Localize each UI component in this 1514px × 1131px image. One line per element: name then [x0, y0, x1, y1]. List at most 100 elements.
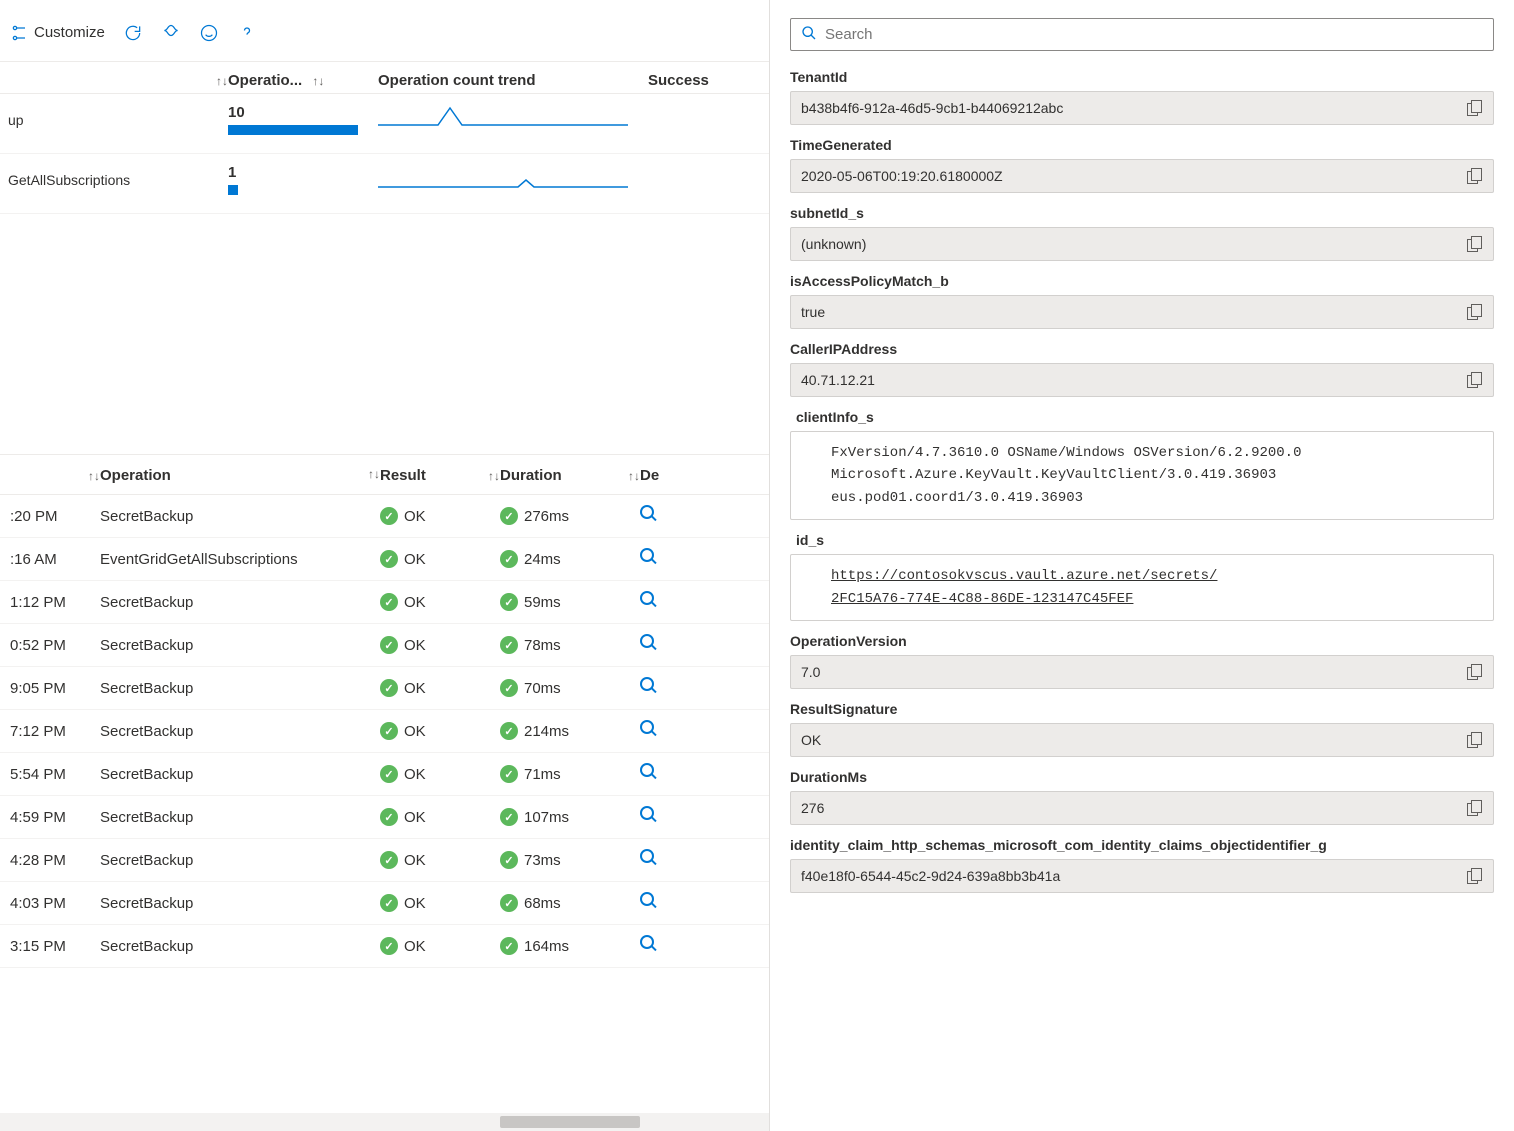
- operation-name: GetAllSubscriptions: [8, 172, 228, 188]
- cell-details[interactable]: [640, 849, 690, 871]
- field-value: 7.0: [801, 664, 820, 680]
- sort-icon[interactable]: ↑↓: [312, 74, 324, 88]
- magnifier-icon: [640, 935, 658, 953]
- operation-count: 10: [228, 104, 378, 135]
- field-value: f40e18f0-6544-45c2-9d24-639a8bb3b41a: [801, 868, 1060, 884]
- feedback-button[interactable]: [199, 23, 219, 43]
- check-icon: ✓: [380, 593, 398, 611]
- sort-icon[interactable]: ↑↓: [368, 467, 380, 481]
- field-label: OperationVersion: [790, 633, 1494, 649]
- details-pane: TenantId b438b4f6-912a-46d5-9cb1-b440692…: [770, 0, 1514, 1131]
- check-icon: ✓: [500, 593, 518, 611]
- copy-icon[interactable]: [1467, 372, 1483, 388]
- table-row[interactable]: 0:52 PM SecretBackup ✓ OK ✓ 78ms: [0, 624, 769, 667]
- field-resultsig: OK: [790, 723, 1494, 757]
- cell-operation: SecretBackup: [100, 508, 380, 525]
- copy-icon[interactable]: [1467, 304, 1483, 320]
- copy-icon[interactable]: [1467, 664, 1483, 680]
- magnifier-icon: [640, 806, 658, 824]
- summary-header: ↑↓ Operatio... ↑↓ Operation count trend …: [0, 62, 769, 94]
- check-icon: ✓: [380, 894, 398, 912]
- horizontal-scrollbar[interactable]: [0, 1113, 769, 1131]
- cell-result: ✓ OK: [380, 851, 500, 869]
- col-result: Result: [380, 467, 426, 484]
- summary-row[interactable]: GetAllSubscriptions 1: [0, 154, 769, 214]
- table-row[interactable]: 4:59 PM SecretBackup ✓ OK ✓ 107ms: [0, 796, 769, 839]
- cell-details[interactable]: [640, 935, 690, 957]
- field-callerip: 40.71.12.21: [790, 363, 1494, 397]
- field-value: (unknown): [801, 236, 866, 252]
- analytics-icon: [161, 23, 181, 43]
- copy-icon[interactable]: [1467, 100, 1483, 116]
- cell-details[interactable]: [640, 763, 690, 785]
- field-value: 40.71.12.21: [801, 372, 875, 388]
- cell-operation: SecretBackup: [100, 938, 380, 955]
- cell-details[interactable]: [640, 634, 690, 656]
- col-operation: Operation: [100, 467, 171, 484]
- id-link[interactable]: https://contosokvscus.vault.azure.net/se…: [831, 568, 1217, 606]
- details-header: ↑↓ Operation ↑↓ Result ↑↓ Duration ↑↓ De: [0, 454, 769, 495]
- cell-details[interactable]: [640, 720, 690, 742]
- cell-duration: ✓ 78ms: [500, 636, 640, 654]
- cell-duration: ✓ 276ms: [500, 507, 640, 525]
- check-icon: ✓: [380, 937, 398, 955]
- check-icon: ✓: [380, 808, 398, 826]
- field-label: TimeGenerated: [790, 137, 1494, 153]
- copy-icon[interactable]: [1467, 800, 1483, 816]
- search-box[interactable]: [790, 18, 1494, 51]
- cell-operation: SecretBackup: [100, 594, 380, 611]
- cell-result: ✓ OK: [380, 679, 500, 697]
- table-row[interactable]: 3:15 PM SecretBackup ✓ OK ✓ 164ms: [0, 925, 769, 968]
- magnifier-icon: [640, 548, 658, 566]
- cell-result: ✓ OK: [380, 765, 500, 783]
- cell-result: ✓ OK: [380, 550, 500, 568]
- sort-icon[interactable]: ↑↓: [216, 74, 228, 88]
- left-panel: Customize ↑↓ Operatio...: [0, 0, 770, 1131]
- table-row[interactable]: 4:03 PM SecretBackup ✓ OK ✓ 68ms: [0, 882, 769, 925]
- check-icon: ✓: [500, 507, 518, 525]
- operation-trend: [378, 105, 648, 134]
- sort-icon[interactable]: ↑↓: [488, 469, 500, 483]
- copy-icon[interactable]: [1467, 868, 1483, 884]
- table-row[interactable]: 1:12 PM SecretBackup ✓ OK ✓ 59ms: [0, 581, 769, 624]
- summary-row[interactable]: up 10: [0, 94, 769, 154]
- check-icon: ✓: [380, 636, 398, 654]
- table-row[interactable]: :20 PM SecretBackup ✓ OK ✓ 276ms: [0, 495, 769, 538]
- cell-duration: ✓ 164ms: [500, 937, 640, 955]
- table-row[interactable]: 9:05 PM SecretBackup ✓ OK ✓ 70ms: [0, 667, 769, 710]
- cell-duration: ✓ 214ms: [500, 722, 640, 740]
- cell-details[interactable]: [640, 505, 690, 527]
- cell-details[interactable]: [640, 591, 690, 613]
- refresh-button[interactable]: [123, 23, 143, 43]
- help-button[interactable]: [237, 23, 257, 43]
- cell-details[interactable]: [640, 548, 690, 570]
- field-value: 2020-05-06T00:19:20.6180000Z: [801, 168, 1003, 184]
- analytics-button[interactable]: [161, 23, 181, 43]
- cell-duration: ✓ 24ms: [500, 550, 640, 568]
- table-row[interactable]: :16 AM EventGridGetAllSubscriptions ✓ OK…: [0, 538, 769, 581]
- copy-icon[interactable]: [1467, 732, 1483, 748]
- table-row[interactable]: 5:54 PM SecretBackup ✓ OK ✓ 71ms: [0, 753, 769, 796]
- sort-icon[interactable]: ↑↓: [628, 469, 640, 483]
- search-input[interactable]: [825, 26, 1483, 43]
- check-icon: ✓: [500, 937, 518, 955]
- cell-details[interactable]: [640, 677, 690, 699]
- field-label: clientInfo_s: [790, 409, 1494, 425]
- cell-duration: ✓ 71ms: [500, 765, 640, 783]
- sparkline-icon: [378, 105, 628, 131]
- table-row[interactable]: 4:28 PM SecretBackup ✓ OK ✓ 73ms: [0, 839, 769, 882]
- customize-button[interactable]: Customize: [10, 23, 105, 43]
- field-label: id_s: [790, 532, 1494, 548]
- cell-operation: SecretBackup: [100, 680, 380, 697]
- cell-details[interactable]: [640, 806, 690, 828]
- cell-operation: SecretBackup: [100, 895, 380, 912]
- cell-details[interactable]: [640, 892, 690, 914]
- scrollbar-thumb[interactable]: [500, 1116, 640, 1128]
- check-icon: ✓: [500, 679, 518, 697]
- table-row[interactable]: 7:12 PM SecretBackup ✓ OK ✓ 214ms: [0, 710, 769, 753]
- magnifier-icon: [640, 591, 658, 609]
- sort-icon[interactable]: ↑↓: [88, 469, 100, 483]
- cell-duration: ✓ 68ms: [500, 894, 640, 912]
- copy-icon[interactable]: [1467, 236, 1483, 252]
- copy-icon[interactable]: [1467, 168, 1483, 184]
